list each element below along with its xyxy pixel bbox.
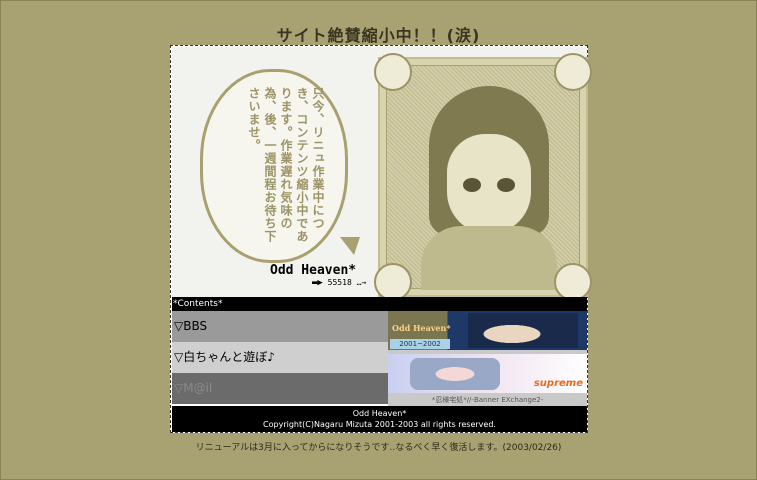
flower-ornament-icon [554, 53, 592, 91]
supreme-banner[interactable]: supreme [388, 354, 587, 393]
character-portrait [374, 53, 592, 301]
banner-character-image [468, 313, 578, 348]
site-logo: Odd Heaven* [270, 263, 357, 278]
renewal-note: リニューアルは3月に入ってからになりそうです‥なるべく早く復活します。(2003… [195, 443, 562, 453]
flower-ornament-icon [374, 263, 412, 301]
banner-exchange-caption: *忍様宅処*//-Banner EXchange2- [388, 395, 587, 406]
menu-item-bbs[interactable]: ▽BBS [172, 311, 388, 342]
banner-logo: supreme [533, 378, 583, 389]
main-panel: 只今、リニュ作業中につき、コンテンツ縮小中であります。作業遅れ気味の為、後、一週… [170, 45, 592, 433]
portrait-face [447, 134, 531, 234]
speech-bubble-tail [340, 237, 360, 255]
menu-item-mail[interactable]: ▽M@il [172, 373, 388, 404]
banner-logo: Odd Heaven* [392, 323, 451, 333]
banner-area: Odd Heaven* 2001~2002 supreme *忍様宅処*//-B… [388, 311, 587, 406]
copyright-text: Copyright(C)Nagaru Mizuta 2001-2003 all … [263, 420, 496, 429]
flower-ornament-icon [374, 53, 412, 91]
flower-ornament-icon [554, 263, 592, 301]
portrait-image [386, 65, 580, 290]
banner-years: 2001~2002 [390, 339, 450, 349]
contents-menu: ▽BBS ▽白ちゃんと遊ぼ♪ ▽M@il [172, 311, 388, 404]
hero-banner: 只今、リニュ作業中につき、コンテンツ縮小中であります。作業遅れ気味の為、後、一週… [172, 47, 592, 301]
left-eye [463, 178, 481, 192]
maintenance-message: 只今、リニュ作業中につき、コンテンツ縮小中であります。作業遅れ気味の為、後、一週… [247, 87, 325, 243]
banner-character-image [410, 358, 500, 390]
page-title: サイト絶賛縮小中！！(涙) [276, 26, 481, 45]
menu-item-play[interactable]: ▽白ちゃんと遊ぼ♪ [172, 342, 388, 373]
right-eye [497, 178, 515, 192]
footer-title: Odd Heaven* [352, 409, 407, 418]
gun-icon: ▬▶ [312, 278, 323, 288]
contents-header: *Contents* [172, 297, 587, 311]
odd-heaven-banner[interactable]: Odd Heaven* 2001~2002 [388, 311, 587, 350]
footer: Odd Heaven* Copyright(C)Nagaru Mizuta 20… [172, 406, 587, 432]
arrow-icon: …→ [356, 278, 367, 287]
counter-value: 55518 [327, 278, 352, 287]
portrait-robe [421, 226, 557, 290]
hit-counter: ▬▶ 55518 …→ [312, 278, 366, 288]
